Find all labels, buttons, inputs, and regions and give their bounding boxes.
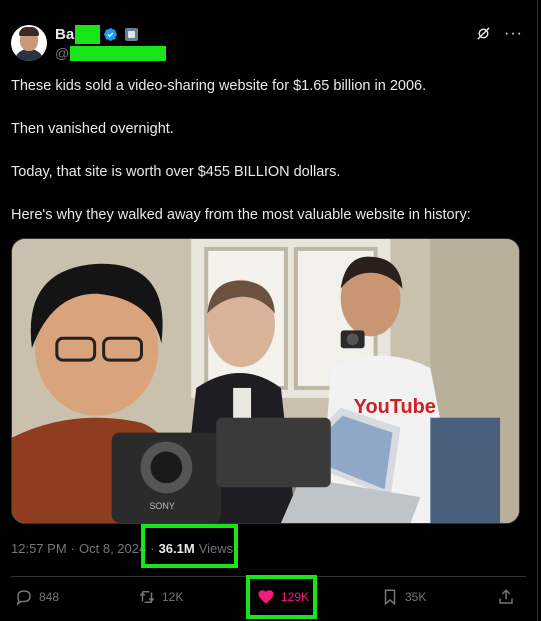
likes-highlight-box xyxy=(246,575,317,619)
tweet-paragraph: Then vanished overnight. xyxy=(11,121,174,137)
tweet-container: Ba @ ··· These kids sold a video-sharing… xyxy=(0,0,538,621)
tweet-date[interactable]: Oct 8, 2024 xyxy=(79,541,146,556)
affiliate-badge-icon[interactable] xyxy=(125,27,139,41)
avatar[interactable] xyxy=(11,25,47,61)
repost-icon xyxy=(139,591,155,603)
share-icon xyxy=(499,589,513,604)
more-icon[interactable]: ··· xyxy=(504,25,523,42)
redaction-box xyxy=(70,45,167,61)
repost-count: 12K xyxy=(162,590,184,604)
tweet-paragraph: Here's why they walked away from the mos… xyxy=(11,207,471,223)
tweet-header: Ba @ ··· xyxy=(11,20,531,66)
author-handle-row[interactable]: @ xyxy=(55,45,167,61)
tweet-photo[interactable]: YouTube SONY xyxy=(11,238,520,524)
author-name-row[interactable]: Ba xyxy=(55,24,139,44)
views-highlight-box xyxy=(141,524,238,568)
bookmark-icon xyxy=(384,589,396,606)
meta-separator: · xyxy=(70,541,75,556)
share-button[interactable] xyxy=(497,588,515,606)
photo-camera-text: SONY xyxy=(149,501,174,511)
reply-count: 848 xyxy=(39,590,60,604)
redaction-box xyxy=(75,24,101,44)
author-handle[interactable]: @ xyxy=(55,45,69,61)
tweet-paragraph: These kids sold a video-sharing website … xyxy=(11,78,427,94)
photo-illustration: YouTube SONY xyxy=(12,239,519,523)
grok-icon[interactable] xyxy=(475,25,492,42)
author-name[interactable]: Ba xyxy=(55,26,74,43)
bookmark-count: 35K xyxy=(405,590,427,604)
header-actions: ··· xyxy=(475,25,523,42)
repost-button[interactable]: 12K xyxy=(138,588,183,606)
photo-shirt-text: YouTube xyxy=(354,396,436,418)
reply-button[interactable]: 848 xyxy=(15,588,59,606)
tweet-time[interactable]: 12:57 PM xyxy=(11,541,67,556)
tweet-paragraph: Today, that site is worth over $455 BILL… xyxy=(11,164,341,180)
reply-icon xyxy=(16,590,31,606)
tweet-text: These kids sold a video-sharing website … xyxy=(11,77,526,249)
bookmark-button[interactable]: 35K xyxy=(381,588,426,606)
verified-icon xyxy=(104,27,118,41)
